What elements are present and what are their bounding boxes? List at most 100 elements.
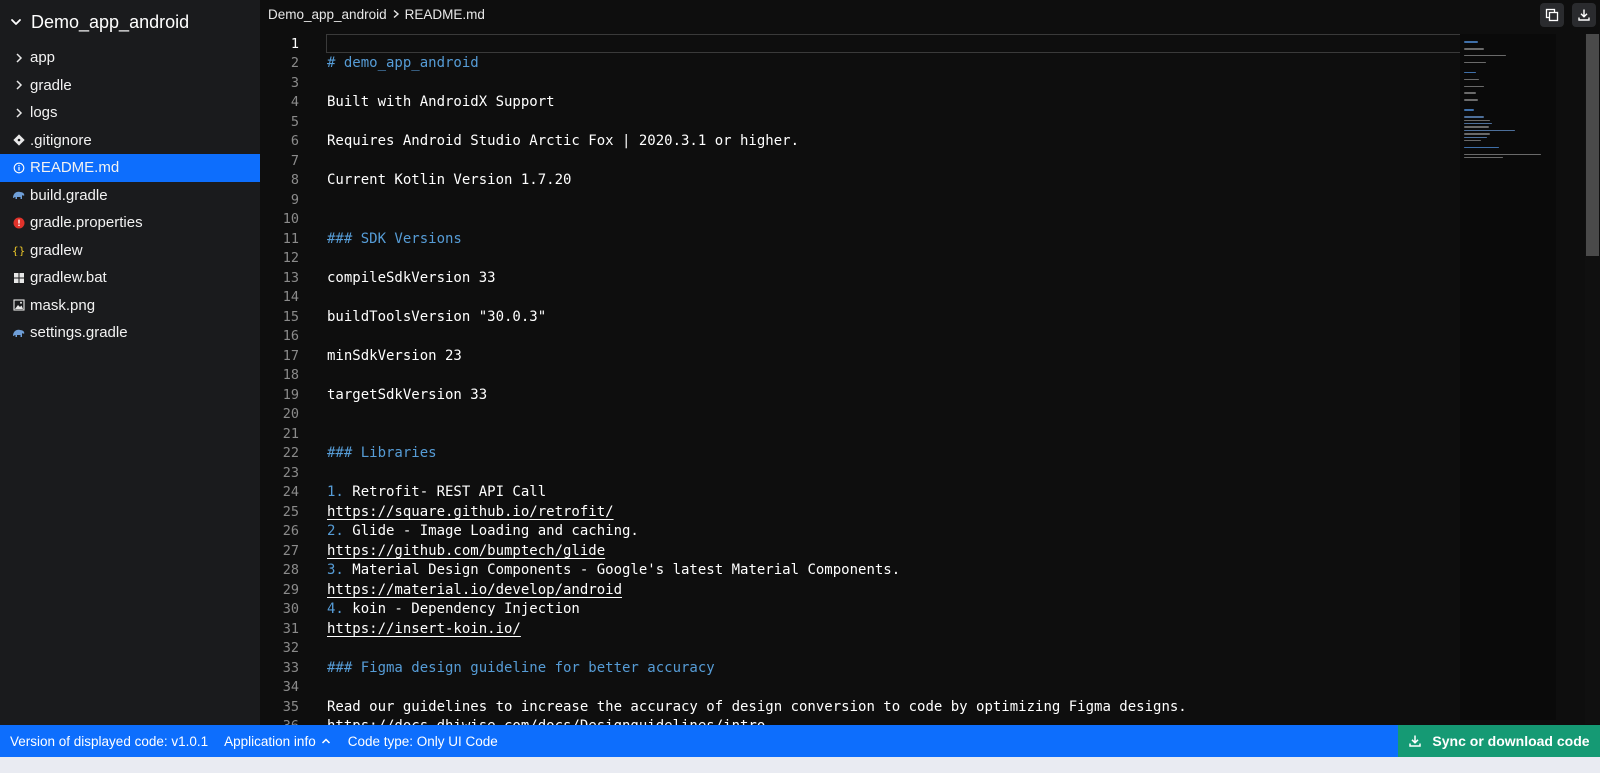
file-tree: app gradle logs .gitignore README.md build.gr… bbox=[0, 44, 260, 347]
code-line-text: minSdkVersion 23 bbox=[327, 347, 462, 364]
line-number: 27 bbox=[282, 542, 299, 559]
file-tree-item[interactable]: {} gradlew bbox=[0, 237, 260, 265]
line-number: 4 bbox=[290, 94, 299, 111]
breadcrumb-file[interactable]: README.md bbox=[405, 7, 485, 22]
chevron-down-icon bbox=[11, 19, 21, 25]
minimap[interactable] bbox=[1460, 34, 1556, 720]
file-tree-item[interactable]: README.md bbox=[0, 154, 260, 182]
file-tree-item[interactable]: app bbox=[0, 44, 260, 72]
code-viewer: Demo_app_android README.md 1 2 # demo_app_… bbox=[260, 0, 1600, 740]
download-icon bbox=[1578, 9, 1590, 21]
code-line: 34 bbox=[260, 678, 1460, 698]
code-line: 2 # demo_app_android bbox=[260, 54, 1460, 74]
line-number: 20 bbox=[282, 406, 299, 423]
application-info-button[interactable]: Application info bbox=[224, 734, 332, 749]
code-line-text: https://material.io/develop/android bbox=[327, 582, 622, 598]
file-tree-item[interactable]: gradle.properties bbox=[0, 209, 260, 237]
scrollbar-thumb[interactable] bbox=[1586, 34, 1599, 256]
code-line: 18 bbox=[260, 366, 1460, 386]
line-number: 15 bbox=[282, 308, 299, 325]
file-tree-item[interactable]: mask.png bbox=[0, 292, 260, 320]
gradle-elephant-icon bbox=[12, 326, 26, 340]
minimap-line bbox=[1464, 133, 1491, 135]
line-number: 32 bbox=[282, 640, 299, 657]
file-tree-item-label: gradlew bbox=[30, 241, 83, 259]
file-explorer-sidebar: Demo_app_android app gradle logs .gitignore… bbox=[0, 0, 260, 740]
code-type-label: Code type: Only UI Code bbox=[347, 733, 498, 749]
file-tree-item[interactable]: .gitignore bbox=[0, 127, 260, 155]
code-editor[interactable]: 1 2 # demo_app_android 3 4 Built with Android… bbox=[260, 34, 1460, 740]
code-line-text: 4. koin - Dependency Injection bbox=[327, 601, 580, 618]
minimap-line bbox=[1464, 99, 1479, 101]
svg-text:{}: {} bbox=[12, 245, 25, 257]
file-tree-item-label: gradle.properties bbox=[30, 214, 143, 232]
info-icon bbox=[12, 161, 26, 175]
code-link[interactable]: https://square.github.io/retrofit/ bbox=[327, 504, 614, 520]
application-info-label: Application info bbox=[224, 733, 316, 749]
windows-icon bbox=[12, 271, 26, 285]
minimap-line bbox=[1464, 136, 1487, 138]
line-number: 1 bbox=[290, 35, 299, 52]
file-tree-item[interactable]: logs bbox=[0, 99, 260, 127]
chevron-right-icon bbox=[12, 106, 26, 120]
line-number: 11 bbox=[282, 230, 299, 247]
page-bottom-strip bbox=[0, 757, 1600, 773]
code-line-text: Requires Android Studio Arctic Fox | 202… bbox=[327, 133, 800, 150]
code-line: 5 bbox=[260, 112, 1460, 132]
file-tree-item[interactable]: settings.gradle bbox=[0, 319, 260, 347]
copy-icon bbox=[1545, 8, 1559, 22]
file-tree-item-label: build.gradle bbox=[30, 186, 108, 204]
file-tree-item[interactable]: gradle bbox=[0, 72, 260, 100]
file-tree-item[interactable]: build.gradle bbox=[0, 182, 260, 210]
breadcrumb-project[interactable]: Demo_app_android bbox=[268, 7, 387, 22]
code-line: 7 bbox=[260, 151, 1460, 171]
code-line: 14 bbox=[260, 288, 1460, 308]
minimap-line bbox=[1464, 140, 1482, 142]
code-link[interactable]: https://insert-koin.io/ bbox=[327, 621, 521, 637]
copy-button[interactable] bbox=[1540, 3, 1564, 27]
code-line-text: Read our guidelines to increase the accu… bbox=[327, 698, 1187, 715]
code-line-text: 2. Glide - Image Loading and caching. bbox=[327, 523, 639, 540]
file-tree-item-label: .gitignore bbox=[30, 131, 92, 149]
code-line: 28 3. Material Design Components - Google… bbox=[260, 561, 1460, 581]
download-icon bbox=[1409, 735, 1422, 747]
code-link[interactable]: https://material.io/develop/android bbox=[327, 582, 622, 598]
code-line: 23 bbox=[260, 463, 1460, 483]
code-line: 26 2. Glide - Image Loading and caching. bbox=[260, 522, 1460, 542]
line-number: 9 bbox=[290, 191, 299, 208]
sync-button-label: Sync or download code bbox=[1432, 733, 1590, 749]
line-number: 21 bbox=[282, 425, 299, 442]
code-line: 10 bbox=[260, 210, 1460, 230]
code-line-text: Built with AndroidX Support bbox=[327, 94, 555, 111]
project-root-folder[interactable]: Demo_app_android bbox=[0, 0, 260, 44]
project-name: Demo_app_android bbox=[31, 11, 190, 32]
minimap-line bbox=[1464, 123, 1492, 125]
line-number: 30 bbox=[282, 601, 299, 618]
file-tree-item-label: settings.gradle bbox=[30, 324, 128, 342]
code-line: 15 buildToolsVersion "30.0.3" bbox=[260, 307, 1460, 327]
code-line-text: compileSdkVersion 33 bbox=[327, 269, 496, 286]
download-button[interactable] bbox=[1572, 3, 1596, 27]
line-number: 13 bbox=[282, 269, 299, 286]
minimap-line bbox=[1464, 41, 1478, 43]
code-line: 11 ### SDK Versions bbox=[260, 229, 1460, 249]
chevron-up-icon bbox=[321, 738, 330, 744]
line-number: 25 bbox=[282, 503, 299, 520]
code-link[interactable]: https://github.com/bumptech/glide bbox=[327, 543, 605, 559]
line-number: 19 bbox=[282, 386, 299, 403]
code-line-text: ### SDK Versions bbox=[327, 230, 462, 247]
line-number: 10 bbox=[282, 211, 299, 228]
code-line-text: https://insert-koin.io/ bbox=[327, 621, 521, 637]
chevron-right-icon bbox=[12, 78, 26, 92]
file-tree-item[interactable]: gradlew.bat bbox=[0, 264, 260, 292]
sync-or-download-button[interactable]: Sync or download code bbox=[1398, 725, 1600, 757]
minimap-line bbox=[1464, 72, 1476, 74]
code-line-text: Current Kotlin Version 1.7.20 bbox=[327, 172, 572, 189]
code-line-text: ### Libraries bbox=[327, 445, 437, 462]
code-line: 21 bbox=[260, 424, 1460, 444]
code-line: 9 bbox=[260, 190, 1460, 210]
code-line: 8 Current Kotlin Version 1.7.20 bbox=[260, 171, 1460, 191]
minimap-line bbox=[1464, 48, 1485, 50]
line-number: 7 bbox=[290, 152, 299, 169]
editor-scrollbar[interactable] bbox=[1585, 34, 1600, 724]
